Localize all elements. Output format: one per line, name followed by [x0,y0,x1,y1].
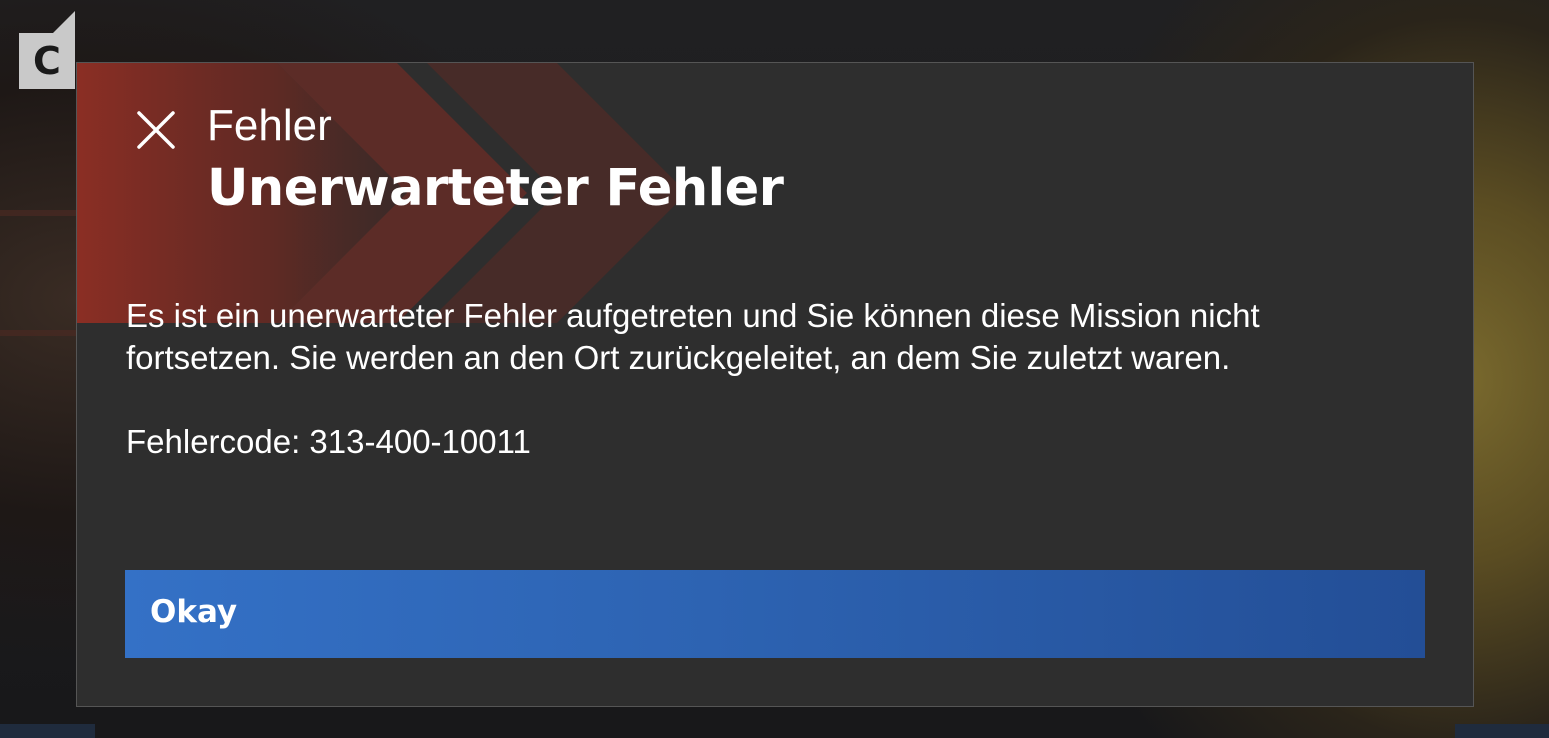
error-message: Es ist ein unerwarteter Fehler aufgetret… [126,297,1260,376]
controller-c-badge: C [19,11,75,89]
background-shelf [0,210,80,216]
dialog-title: Unerwarteter Fehler [207,159,784,218]
background-strip [1455,724,1549,738]
okay-button[interactable]: Okay [125,570,1425,658]
game-background: C Fehler Unerwarteter Fehler Es ist ein … [0,0,1549,738]
badge-label: C [33,39,61,83]
close-icon[interactable] [135,109,177,151]
error-code: Fehlercode: 313-400-10011 [126,423,531,460]
background-shelf [0,330,80,336]
dialog-category: Fehler [207,101,332,150]
background-strip [0,724,95,738]
okay-button-label: Okay [150,594,238,630]
error-dialog: Fehler Unerwarteter Fehler Es ist ein un… [76,62,1474,707]
